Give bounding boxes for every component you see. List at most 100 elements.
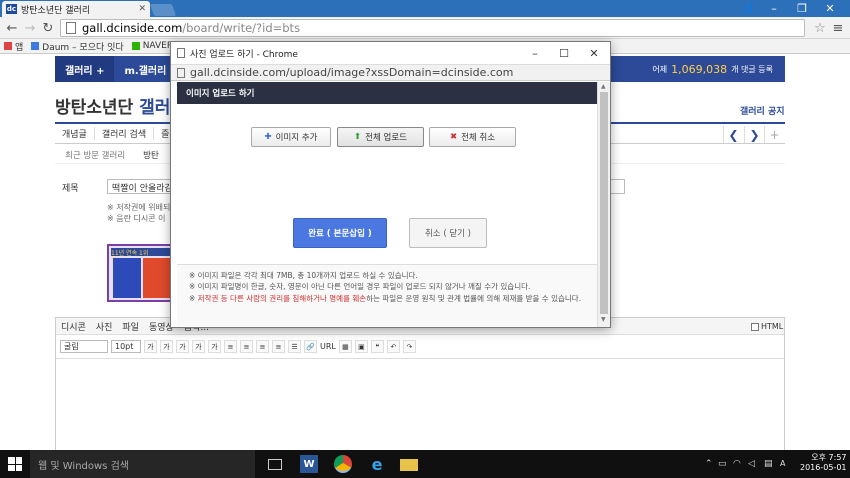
- html-mode-checkbox[interactable]: HTML: [751, 322, 783, 331]
- plus-icon[interactable]: +: [764, 126, 784, 143]
- list-icon[interactable]: ☰: [288, 340, 301, 353]
- minimize-button[interactable]: –: [760, 0, 788, 17]
- recent-item[interactable]: 방탄: [143, 149, 159, 161]
- done-insert-button[interactable]: 완료 ( 본문삽입 ): [293, 218, 387, 248]
- gallery-notice-link[interactable]: 갤러리 공지: [740, 104, 785, 117]
- editor-body[interactable]: [56, 358, 784, 450]
- notification-icon[interactable]: ▤: [764, 459, 773, 469]
- dccon-tab[interactable]: 디시콘: [61, 320, 86, 333]
- internet-explorer-icon[interactable]: e: [368, 455, 386, 474]
- back-icon[interactable]: ←: [4, 20, 20, 36]
- taskbar-clock[interactable]: 오후 7:57 2016-05-01: [800, 453, 847, 474]
- note-size-limit: ※ 이미지 파일은 각각 최대 7MB, 총 10개까지 업로드 하실 수 있습…: [189, 271, 418, 280]
- scroll-thumb[interactable]: [600, 92, 608, 314]
- note-prefix: ※: [189, 293, 198, 303]
- bookmark-label: Daum – 모으다 잇다: [42, 42, 124, 53]
- tab-close-icon[interactable]: ✕: [138, 4, 146, 14]
- nav-m-gallery[interactable]: m.갤러리: [114, 56, 176, 82]
- upload-all-button[interactable]: ⬆ 전체 업로드: [337, 127, 424, 147]
- align-right-icon[interactable]: ≡: [256, 340, 269, 353]
- scroll-down-icon[interactable]: ▼: [601, 316, 606, 323]
- chrome-menu-icon[interactable]: ≡: [830, 20, 846, 36]
- battery-icon[interactable]: ▭: [718, 459, 727, 469]
- tab-search[interactable]: 갤러리 검색: [95, 127, 155, 140]
- bookmark-label: 앱: [15, 42, 24, 53]
- tab-concept[interactable]: 개념글: [55, 127, 95, 140]
- cancel-all-button[interactable]: ✖ 전체 취소: [429, 127, 516, 147]
- add-image-button[interactable]: ✚ 이미지 추가: [251, 127, 331, 147]
- bookmark-label: NAVER: [142, 41, 174, 51]
- html-label: HTML: [761, 322, 784, 331]
- recent-label: 최근 방문 갤러리: [65, 150, 126, 161]
- subject-label: 제목: [62, 184, 79, 194]
- ad-banner[interactable]: 11년 연속 1위 Thanks: [107, 244, 175, 302]
- chrome-icon[interactable]: [334, 455, 352, 473]
- ime-icon[interactable]: A: [780, 459, 785, 468]
- size-select[interactable]: 10pt: [111, 340, 141, 353]
- tray-up-arrow-icon[interactable]: ⌃: [705, 459, 713, 469]
- table-icon[interactable]: ▦: [338, 340, 352, 353]
- upload-all-label: 전체 업로드: [365, 133, 407, 143]
- volume-icon[interactable]: ◁: [748, 459, 755, 469]
- redo-icon[interactable]: ↷: [402, 340, 416, 353]
- chevron-left-icon[interactable]: ❮: [723, 126, 743, 143]
- forward-icon[interactable]: →: [22, 20, 38, 36]
- quote-icon[interactable]: ❝: [370, 340, 384, 353]
- bold-button[interactable]: 가: [144, 340, 157, 353]
- wifi-icon[interactable]: ◠: [733, 459, 741, 469]
- popup-url: gall.dcinside.com/upload/image?xssDomain…: [190, 66, 514, 79]
- dccon-note: ※ 음란 디시콘 이: [107, 214, 166, 223]
- word-icon[interactable]: W: [300, 455, 318, 473]
- file-explorer-icon[interactable]: [400, 459, 418, 471]
- reload-icon[interactable]: ↻: [40, 20, 56, 36]
- visitor-stats: 어제 1,069,038 개 댓글 등록: [652, 63, 785, 76]
- color-button[interactable]: 가: [208, 340, 221, 353]
- popup-maximize-button[interactable]: ☐: [555, 45, 573, 61]
- cancel-close-button[interactable]: 취소 ( 닫기 ): [409, 218, 487, 248]
- scroll-up-icon[interactable]: ▲: [601, 83, 606, 90]
- note-filename: ※ 이미지 파일명이 한글, 숫자, 영문이 아닌 다른 언어일 경우 파일이 …: [189, 282, 531, 292]
- font-select[interactable]: 굴림: [60, 340, 108, 353]
- photo-tab[interactable]: 사진: [96, 320, 113, 333]
- link-icon[interactable]: 🔗: [304, 340, 317, 353]
- italic-button[interactable]: 가: [176, 340, 189, 353]
- windows-start-icon[interactable]: [8, 457, 22, 471]
- new-tab-button[interactable]: [149, 4, 177, 16]
- profile-icon[interactable]: 👤: [735, 0, 763, 17]
- address-bar[interactable]: gall.dcinside.com /board/write/?id=bts: [60, 19, 805, 37]
- gallery-title[interactable]: 방탄소년단 갤러리: [55, 93, 186, 118]
- bookmark-star-icon[interactable]: ☆: [812, 20, 828, 36]
- align-center-icon[interactable]: ≡: [240, 340, 253, 353]
- image-upload-popup: 사진 업로드 하기 - Chrome – ☐ ✕ gall.dcinside.c…: [170, 41, 611, 328]
- align-justify-icon[interactable]: ≡: [272, 340, 285, 353]
- maximize-button[interactable]: ❐: [788, 0, 816, 17]
- popup-url-bar: gall.dcinside.com/upload/image?xssDomain…: [171, 64, 610, 81]
- editor-toolbar: 굴림 10pt 가 가 가 가 가 ≡ ≡ ≡ ≡ ☰ 🔗 URL ▦ ▣ ❝ …: [56, 338, 784, 355]
- popup-minimize-button[interactable]: –: [526, 45, 544, 61]
- file-tab[interactable]: 파일: [122, 320, 139, 333]
- task-view-icon[interactable]: [268, 459, 282, 470]
- windows-taskbar: 웹 및 Windows 검색 W e ⌃ ▭ ◠ ◁ ▤ A 오후 7:57 2…: [0, 450, 850, 478]
- url-label[interactable]: URL: [320, 342, 336, 351]
- bookmark-apps[interactable]: 앱: [4, 40, 23, 53]
- underline-button[interactable]: 가: [160, 340, 173, 353]
- url-path: /board/write/?id=bts: [182, 21, 301, 35]
- close-window-button[interactable]: ✕: [816, 0, 844, 17]
- chevron-right-icon[interactable]: ❯: [744, 126, 764, 143]
- book-image: [143, 258, 171, 298]
- align-left-icon[interactable]: ≡: [224, 340, 237, 353]
- image-icon[interactable]: ▣: [354, 340, 368, 353]
- post-editor: 디시콘 사진 파일 동영상 음악... HTML 굴림 10pt 가 가 가 가…: [55, 317, 785, 451]
- undo-icon[interactable]: ↶: [386, 340, 400, 353]
- popup-scrollbar[interactable]: ▲ ▼: [597, 82, 610, 327]
- browser-tab[interactable]: dc 방탄소년단 갤러리 ✕: [2, 1, 150, 17]
- taskbar-search[interactable]: 웹 및 Windows 검색: [30, 450, 255, 478]
- bookmark-naver[interactable]: NAVER: [131, 41, 174, 51]
- page-icon: [177, 48, 185, 58]
- nav-gallery[interactable]: 갤러리 +: [55, 56, 115, 82]
- popup-close-button[interactable]: ✕: [585, 45, 603, 61]
- bookmark-daum[interactable]: Daum – 모으다 잇다: [31, 40, 124, 53]
- strike-button[interactable]: 가: [192, 340, 205, 353]
- book-image: [113, 258, 141, 298]
- daum-icon: [31, 42, 40, 50]
